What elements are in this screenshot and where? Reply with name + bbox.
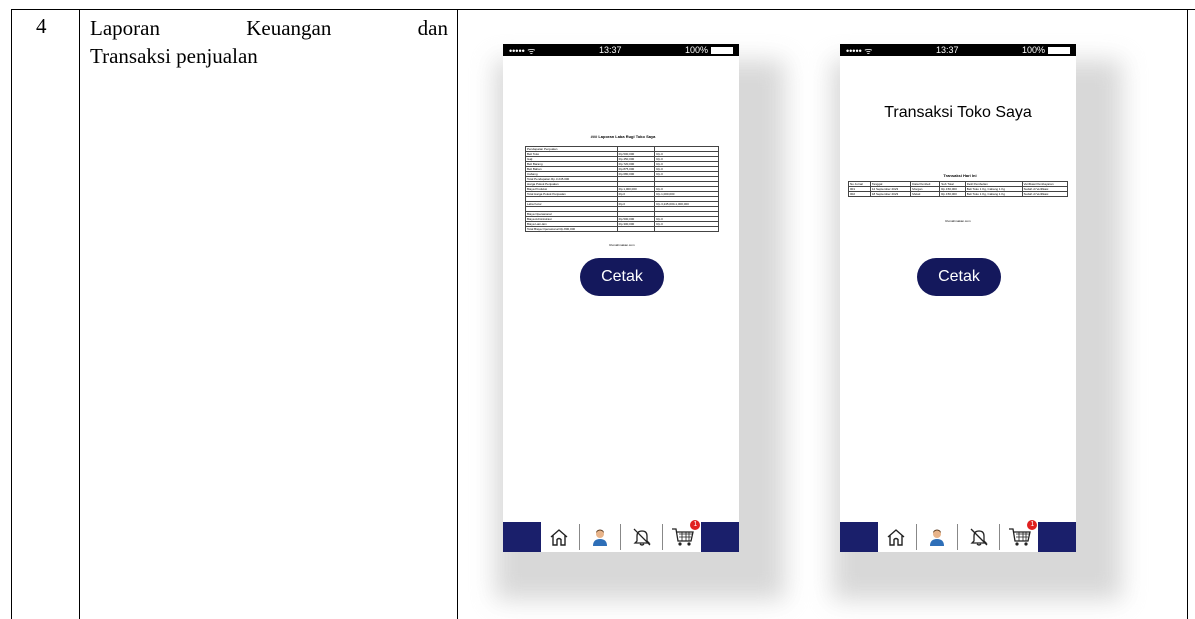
home-icon[interactable] <box>881 524 911 550</box>
cart-icon[interactable]: 1 <box>668 520 701 550</box>
report-footer: Rumahmakan.com <box>609 243 635 247</box>
column-divider-1 <box>79 9 80 619</box>
row-title-line2: Transaksi penjualan <box>90 44 258 68</box>
row-title-word: Laporan <box>90 16 160 40</box>
cart-icon[interactable]: 1 <box>1005 520 1038 550</box>
cart-badge: 1 <box>1027 520 1038 530</box>
status-time: 13:37 <box>598 45 622 55</box>
status-bar: ••••• ᯤ 13:37 100% <box>840 44 1076 56</box>
row-title-word: dan <box>417 16 448 40</box>
screen-heading: Transaksi Toko Saya <box>884 104 1032 121</box>
battery-indicator: 100% <box>1022 45 1070 55</box>
phone-screen-transaksi: ••••• ᯤ 13:37 100% Transaksi Toko Saya T… <box>840 44 1076 552</box>
table-cell: 002 <box>848 191 871 197</box>
table-cell: Beli Toko 1 Kg, Cabang 1 Kg <box>964 191 1023 197</box>
battery-text: 100% <box>1021 45 1045 55</box>
profile-icon[interactable] <box>922 524 952 550</box>
row-title-line1: Laporan Keuangan dan <box>90 14 448 42</box>
table-left-border <box>11 9 12 619</box>
cart-badge: 1 <box>690 520 701 530</box>
row-number: 4 <box>36 14 47 38</box>
print-button[interactable]: Cetak <box>580 258 664 296</box>
battery-indicator: 100% <box>685 45 733 55</box>
transaction-title: Transaksi Hari Ini <box>943 173 977 178</box>
table-cell: Total Biaya Operasional Rp.800,000 <box>525 226 618 232</box>
home-icon[interactable] <box>544 524 574 550</box>
nav-separator <box>915 524 917 550</box>
signal-indicator: ••••• ᯤ <box>509 45 536 56</box>
nav-separator <box>620 524 622 550</box>
status-bar: ••••• ᯤ 13:37 100% <box>503 44 739 56</box>
report-table: Pendapatan Penjualan Beli Toko Rp.500,000 R… <box>525 146 719 232</box>
print-button[interactable]: Cetak <box>917 258 1001 296</box>
signal-indicator: ••••• ᯤ <box>846 45 873 56</box>
table-cell: Sudah di Verifikasi <box>1021 191 1069 197</box>
row-title-word: Keuangan <box>246 16 332 40</box>
notification-off-icon[interactable] <box>964 524 994 550</box>
bottom-nav-icons: 1 <box>878 520 1038 552</box>
table-row: 002 18 September 2023 Melati Rp.150,000 Beli… <box>848 191 1069 197</box>
battery-icon <box>1047 47 1070 55</box>
table-cell: Rp.150,000 <box>939 191 966 197</box>
bottom-nav-icons: 1 <box>541 520 701 552</box>
nav-separator <box>662 524 664 550</box>
status-time: 13:37 <box>935 45 959 55</box>
transaction-footer: Rumahmakan.com <box>945 219 971 223</box>
battery-icon <box>710 47 733 55</box>
table-top-border <box>11 9 1195 10</box>
column-divider-2 <box>457 9 458 619</box>
transaction-table: No Jurnal Tanggal Data Pembeli Sub Total Det… <box>848 181 1069 197</box>
battery-text: 100% <box>684 45 708 55</box>
nav-separator <box>957 524 959 550</box>
nav-separator <box>999 524 1001 550</box>
bottom-nav: 1 <box>503 520 739 552</box>
row-title: Laporan Keuangan dan Transaksi penjualan <box>90 14 448 70</box>
table-cell <box>654 226 719 232</box>
table-right-border <box>1187 9 1188 619</box>
report-title: ### Laporan Laba Rugi Toko Saya <box>590 134 656 139</box>
nav-separator <box>578 524 580 550</box>
notification-off-icon[interactable] <box>627 524 657 550</box>
bottom-nav: 1 <box>840 520 1076 552</box>
table-cell: Melati <box>910 191 941 197</box>
profile-icon[interactable] <box>585 524 615 550</box>
table-cell: 18 September 2023 <box>869 191 912 197</box>
table-row: Total Biaya Operasional Rp.800,000 <box>525 226 719 232</box>
table-cell <box>616 226 656 232</box>
phone-screen-laporan: ••••• ᯤ 13:37 100% ### Laporan Laba Rugi… <box>503 44 739 552</box>
